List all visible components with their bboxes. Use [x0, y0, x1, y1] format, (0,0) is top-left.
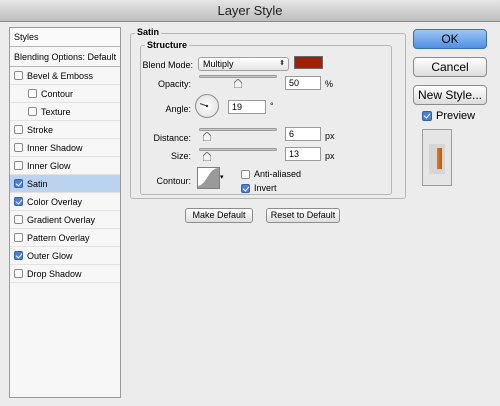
style-item[interactable]: Outer Glow [10, 247, 120, 265]
distance-slider-track[interactable] [199, 128, 277, 131]
style-item[interactable]: Texture [10, 103, 120, 121]
style-checkbox[interactable] [28, 89, 37, 98]
blend-mode-label: Blend Mode: [142, 60, 193, 70]
style-list: Bevel & Emboss Contour Texture Stroke Inner … [10, 67, 120, 283]
style-checkbox[interactable] [14, 251, 23, 260]
style-preview [422, 129, 452, 186]
style-item[interactable]: Inner Shadow [10, 139, 120, 157]
anti-aliased-label: Anti-aliased [254, 169, 302, 179]
style-item-label: Pattern Overlay [27, 232, 90, 243]
blending-options-item[interactable]: Blending Options: Default [10, 47, 120, 67]
angle-dial[interactable] [195, 94, 219, 118]
style-checkbox[interactable] [14, 215, 23, 224]
style-item-label: Satin [27, 178, 48, 189]
style-item-label: Outer Glow [27, 250, 73, 261]
opacity-input[interactable]: 50 [285, 76, 321, 90]
style-item[interactable]: Contour [10, 85, 120, 103]
style-item-label: Gradient Overlay [27, 214, 96, 225]
style-item-label: Inner Shadow [27, 142, 83, 153]
styles-panel: Styles Blending Options: Default Bevel &… [9, 27, 121, 398]
style-item-label: Bevel & Emboss [27, 70, 94, 81]
opacity-label: Opacity: [157, 79, 191, 89]
preview-effect-bar [437, 148, 442, 169]
reset-to-default-button[interactable]: Reset to Default [266, 208, 340, 223]
angle-input[interactable]: 19 [228, 100, 266, 114]
distance-unit: px [325, 131, 335, 141]
size-slider-thumb[interactable] [202, 152, 211, 161]
size-input[interactable]: 13 [285, 147, 321, 161]
anti-aliased-option[interactable]: Anti-aliased [241, 169, 301, 179]
new-style-button[interactable]: New Style... [413, 85, 487, 105]
distance-slider-thumb[interactable] [203, 132, 212, 141]
style-item[interactable]: Bevel & Emboss [10, 67, 120, 85]
satin-color-swatch[interactable] [294, 56, 323, 69]
ok-button[interactable]: OK [413, 29, 487, 49]
style-item-label: Contour [41, 88, 74, 99]
satin-group-title: Satin [135, 27, 162, 37]
style-item-label: Texture [41, 106, 71, 117]
anti-aliased-checkbox[interactable] [241, 169, 250, 179]
window-title: Layer Style [0, 0, 500, 22]
size-unit: px [325, 151, 335, 161]
angle-unit: ° [270, 101, 274, 111]
style-checkbox[interactable] [14, 143, 23, 152]
style-item[interactable]: Drop Shadow [10, 265, 120, 283]
style-checkbox[interactable] [14, 233, 23, 242]
preview-checkbox[interactable] [422, 111, 432, 121]
style-item-label: Drop Shadow [27, 268, 82, 279]
style-item[interactable]: Satin [10, 175, 120, 193]
style-checkbox[interactable] [14, 269, 23, 278]
style-item-label: Color Overlay [27, 196, 83, 207]
opacity-slider-track[interactable] [199, 75, 277, 78]
size-slider-track[interactable] [199, 148, 277, 151]
style-item[interactable]: Pattern Overlay [10, 229, 120, 247]
distance-label: Distance: [153, 133, 191, 143]
chevron-down-icon[interactable]: ▾ [220, 173, 224, 181]
style-checkbox[interactable] [14, 197, 23, 206]
opacity-slider-thumb[interactable] [234, 79, 242, 88]
invert-label: Invert [254, 183, 277, 193]
style-item[interactable]: Stroke [10, 121, 120, 139]
style-item[interactable]: Inner Glow [10, 157, 120, 175]
angle-label: Angle: [165, 104, 191, 114]
preview-option[interactable]: Preview [422, 110, 475, 122]
chevron-updown-icon: ⬍ [279, 60, 285, 67]
opacity-unit: % [325, 79, 334, 89]
contour-label: Contour: [156, 176, 191, 186]
style-checkbox[interactable] [14, 71, 23, 80]
preview-label: Preview [436, 110, 476, 122]
invert-checkbox[interactable] [241, 183, 250, 193]
make-default-button[interactable]: Make Default [185, 208, 253, 223]
style-checkbox[interactable] [14, 161, 23, 170]
style-checkbox[interactable] [14, 179, 23, 188]
distance-input[interactable]: 6 [285, 127, 321, 141]
blend-mode-select[interactable]: Multiply ⬍ [198, 57, 289, 71]
structure-group-title: Structure [145, 40, 190, 50]
cancel-button[interactable]: Cancel [413, 57, 487, 77]
styles-header[interactable]: Styles [10, 28, 120, 47]
style-checkbox[interactable] [28, 107, 37, 116]
style-item[interactable]: Gradient Overlay [10, 211, 120, 229]
blend-mode-value: Multiply [203, 59, 234, 69]
style-checkbox[interactable] [14, 125, 23, 134]
style-item-label: Inner Glow [27, 160, 71, 171]
size-label: Size: [170, 151, 191, 161]
style-item-label: Stroke [27, 124, 54, 135]
style-item[interactable]: Color Overlay [10, 193, 120, 211]
invert-option[interactable]: Invert [241, 183, 277, 193]
preview-swatch [429, 144, 445, 174]
contour-preview[interactable] [197, 167, 220, 189]
